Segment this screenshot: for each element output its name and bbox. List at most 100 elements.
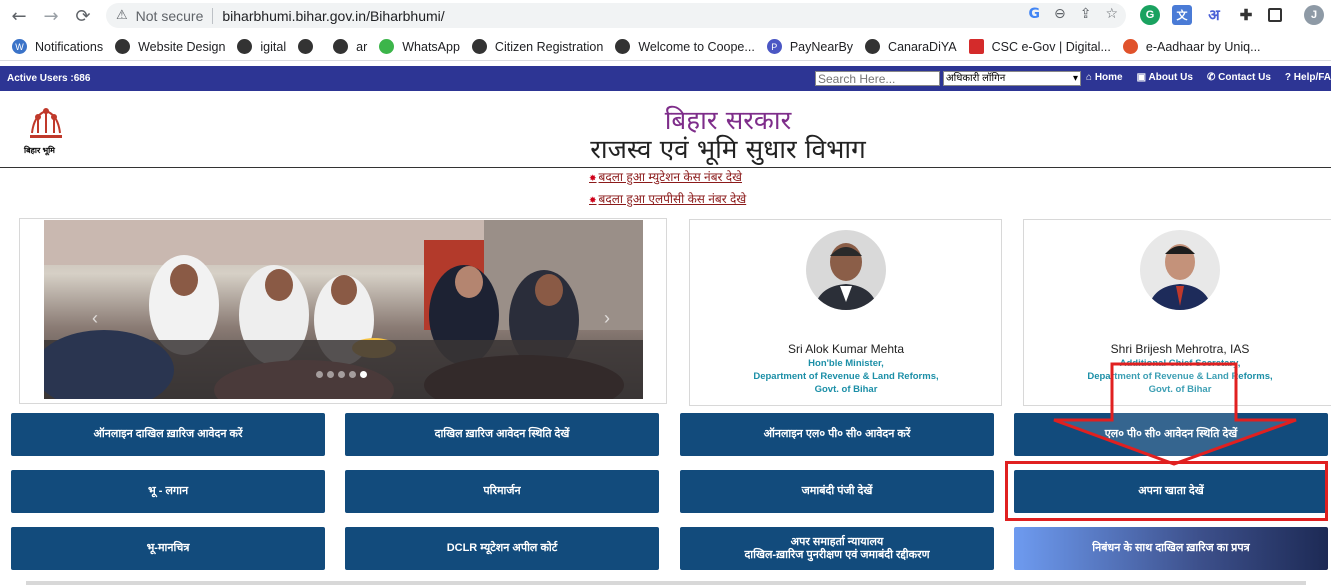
reload-icon[interactable]: ⟳ <box>72 5 94 27</box>
bookmark-item[interactable]: CanaraDiYA <box>865 39 957 54</box>
bookmarks-bar: W Notifications Website Design igital ar … <box>0 33 1331 61</box>
annotation-highlight-box <box>1005 461 1328 521</box>
bookmark-star-icon[interactable]: ☆ <box>1105 6 1118 22</box>
carousel-dot[interactable] <box>316 371 323 378</box>
chevron-down-icon: ▾ <box>1072 73 1078 84</box>
profile-avatar[interactable]: J <box>1304 5 1324 25</box>
button-label-line2: दाखिल-ख़ारिज पुनरीक्षण एवं जमाबंदी रद्दी… <box>744 548 930 561</box>
hindi-input-icon[interactable]: अ <box>1204 5 1224 25</box>
address-bar[interactable]: ⚠ Not secure biharbhumi.bihar.gov.in/Bih… <box>106 3 1126 28</box>
prev-arrow-icon[interactable]: ‹ <box>92 308 98 329</box>
bookmark-label: igital <box>260 39 287 54</box>
minister-photo <box>806 230 886 310</box>
bookmark-label: PayNearBy <box>789 39 854 54</box>
bookmark-item[interactable]: Website Design <box>115 39 225 54</box>
bookmark-item[interactable]: P PayNearBy <box>766 39 854 54</box>
minister-role: Hon'ble Minister, <box>808 358 884 369</box>
carousel-dot[interactable] <box>338 371 345 378</box>
minister-govt: Govt. of Bihar <box>814 384 878 395</box>
home-label: Home <box>1094 72 1123 83</box>
registration-mutation-form-button[interactable]: निबंधन के साथ दाखिल ख़ारिज का प्रपत्र <box>1014 527 1328 570</box>
url-text[interactable]: biharbhumi.bihar.gov.in/Biharbhumi/ <box>222 8 444 24</box>
sidebar-icon[interactable] <box>1268 8 1282 22</box>
news-link-lpc[interactable]: ✸ बदला हुआ एलपीसी केस नंबर देखे <box>589 190 746 207</box>
globe-icon <box>865 39 881 54</box>
dclr-appeal-court-button[interactable]: DCLR म्यूटेशन अपील कोर्ट <box>345 527 659 570</box>
bookmark-item[interactable]: W Notifications <box>12 39 103 54</box>
bookmark-label: Notifications <box>35 39 104 54</box>
apply-lpc-button[interactable]: ऑनलाइन एल० पी० सी० आवेदन करें <box>680 413 994 456</box>
news-link-label: बदला हुआ म्युटेशन केस नंबर देखे <box>598 170 742 184</box>
extensions-icon[interactable]: ✚ <box>1236 5 1256 25</box>
bookmark-label: Citizen Registration <box>494 39 604 54</box>
next-arrow-icon[interactable]: › <box>604 308 610 329</box>
event-photo-carousel[interactable]: ‹ › <box>44 220 643 399</box>
officer-login-select[interactable]: अधिकारी लॉगिन ▾ <box>943 71 1081 86</box>
button-label-line1: अपर समाहर्ता न्यायालय <box>790 535 884 548</box>
news-link-label: बदला हुआ एलपीसी केस नंबर देखे <box>598 192 747 206</box>
carousel-dot[interactable] <box>349 371 356 378</box>
site-topbar: Active Users :686 अधिकारी लॉगिन▾ ⌂ Home … <box>0 66 1331 91</box>
forward-icon[interactable]: → <box>40 5 62 27</box>
bookmark-label: Welcome to Coope... <box>638 39 755 54</box>
bookmark-label: Website Design <box>138 39 226 54</box>
help-label: Help/FA <box>1293 72 1331 83</box>
translate-icon[interactable]: 文 <box>1172 5 1192 25</box>
divider <box>212 7 214 24</box>
bookmark-item[interactable]: WhatsApp <box>379 39 460 54</box>
active-users-count: Active Users :686 <box>7 73 91 84</box>
globe-icon <box>115 39 131 54</box>
new-badge-icon: ✸ <box>589 195 597 205</box>
about-link[interactable]: ▣ About Us <box>1137 72 1193 83</box>
addl-collector-court-button[interactable]: अपर समाहर्ता न्यायालय दाखिल-ख़ारिज पुनरी… <box>680 527 994 570</box>
share-icon[interactable]: ⇪ <box>1080 6 1092 22</box>
bookmark-label: ar <box>356 39 368 54</box>
land-rent-button[interactable]: भू - लगान <box>11 470 325 513</box>
globe-icon <box>298 39 314 54</box>
whatsapp-icon <box>379 39 395 54</box>
apply-mutation-button[interactable]: ऑनलाइन दाखिल ख़ारिज आवेदन करें <box>11 413 325 456</box>
new-badge-icon: ✸ <box>589 173 597 183</box>
jamabandi-register-button[interactable]: जमाबंदी पंजी देखें <box>680 470 994 513</box>
help-link[interactable]: ? Help/FA <box>1285 72 1331 83</box>
parimarjan-button[interactable]: परिमार्जन <box>345 470 659 513</box>
search-input[interactable] <box>815 71 940 86</box>
mutation-status-button[interactable]: दाखिल ख़ारिज आवेदन स्थिति देखें <box>345 413 659 456</box>
back-icon[interactable]: ← <box>8 5 30 27</box>
home-link[interactable]: ⌂ Home <box>1086 72 1123 83</box>
zoom-icon[interactable]: ⊖ <box>1054 6 1066 22</box>
bookmark-label: WhatsApp <box>402 39 460 54</box>
bookmark-item[interactable]: ar <box>333 39 367 54</box>
bookmark-item[interactable]: CSC e-Gov | Digital... <box>968 39 1111 54</box>
bookmark-label: CanaraDiYA <box>888 39 957 54</box>
carousel-dot[interactable] <box>327 371 334 378</box>
grammarly-icon[interactable]: G <box>1140 5 1160 25</box>
bookmark-label: CSC e-Gov | Digital... <box>991 39 1111 54</box>
bookmark-item[interactable]: Citizen Registration <box>471 39 604 54</box>
wordpress-icon: W <box>12 39 27 54</box>
minister-name: Sri Alok Kumar Mehta <box>787 342 905 356</box>
horizontal-scrollbar[interactable] <box>26 581 1306 585</box>
news-link-mutation[interactable]: ✸ बदला हुआ म्युटेशन केस नंबर देखे <box>589 168 742 185</box>
contact-link[interactable]: ✆ Contact Us <box>1207 72 1271 83</box>
secretary-photo <box>1140 230 1220 310</box>
google-icon[interactable]: G <box>1028 6 1040 22</box>
globe-icon <box>471 39 487 54</box>
minister-card: Sri Alok Kumar Mehta Hon'ble Minister, D… <box>689 219 1002 406</box>
bookmark-item[interactable]: Welcome to Coope... <box>615 39 755 54</box>
officer-login-label: अधिकारी लॉगिन <box>946 73 1006 84</box>
browser-toolbar: ← → ⟳ ⚠ Not secure biharbhumi.bihar.gov.… <box>0 0 1331 31</box>
paynearby-icon: P <box>766 39 782 54</box>
contact-label: Contact Us <box>1218 72 1271 83</box>
warning-icon[interactable]: ⚠ <box>116 8 128 23</box>
bookmark-item[interactable]: e-Aadhaar by Uniq... <box>1122 39 1261 54</box>
land-map-button[interactable]: भू-मानचित्र <box>11 527 325 570</box>
globe-icon <box>333 39 349 54</box>
secretary-name: Shri Brijesh Mehrotra, IAS <box>1110 342 1250 356</box>
annotation-arrow-icon <box>1053 362 1297 466</box>
carousel-dot[interactable] <box>360 371 367 378</box>
bookmark-item[interactable] <box>298 39 321 54</box>
security-label[interactable]: Not secure <box>136 8 204 24</box>
about-label: About Us <box>1148 72 1193 83</box>
bookmark-item[interactable]: igital <box>237 39 286 54</box>
